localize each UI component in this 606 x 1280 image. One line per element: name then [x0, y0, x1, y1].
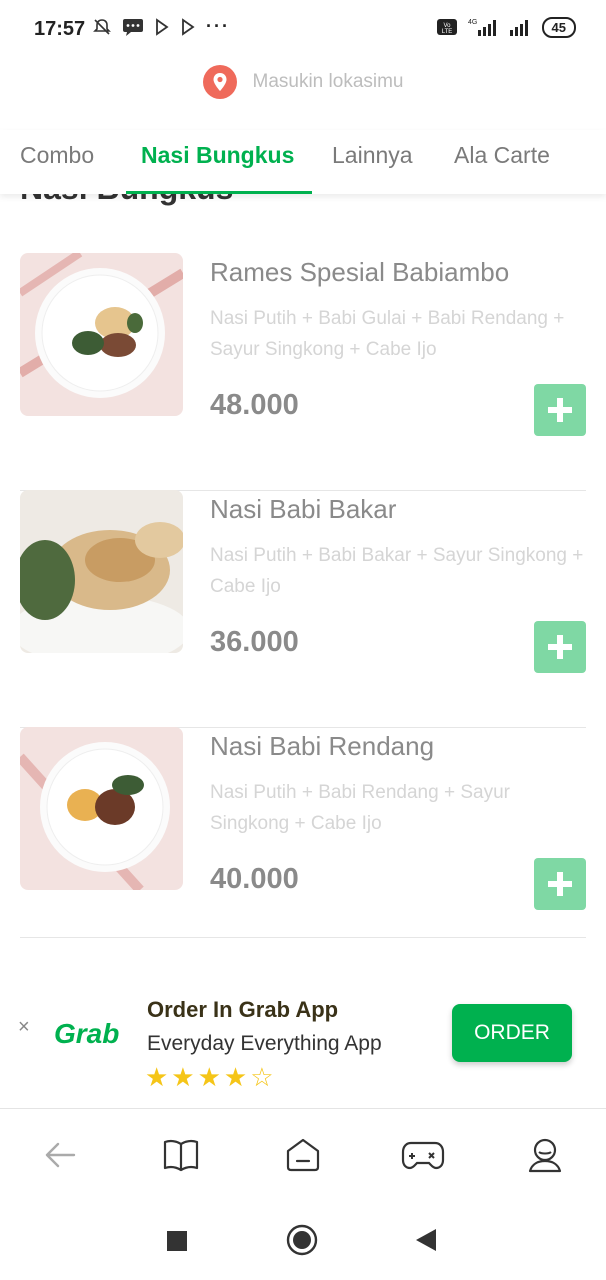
tab-nasi-bungkus[interactable]: Nasi Bungkus: [141, 142, 294, 169]
grab-logo: Grab: [54, 1018, 120, 1049]
menu-item-description: Nasi Putih + Babi Gulai + Babi Rendang +…: [210, 308, 565, 360]
status-time: 17:57: [34, 18, 86, 40]
tab-combo[interactable]: Combo: [20, 142, 94, 169]
back-triangle-icon[interactable]: [414, 1228, 438, 1257]
location-placeholder: Masukin lokasimu: [252, 71, 404, 92]
play-store-icon-2: [182, 17, 195, 36]
status-notification-icons: ···: [92, 16, 230, 37]
signal-icon: [509, 20, 528, 36]
more-notifications-icon: ···: [206, 16, 230, 36]
menu-item-image: [20, 490, 183, 653]
menu-item-price: 48.000: [210, 389, 299, 421]
category-tabs: Combo Nasi Bungkus Lainnya Ala Carte: [0, 130, 606, 194]
tab-ala-carte[interactable]: Ala Carte: [454, 142, 550, 169]
home-circle-icon[interactable]: [286, 1224, 318, 1261]
status-bar: 17:57 ··· Vo LTE 4G 45: [0, 0, 606, 58]
signal-4g-icon: 4G: [468, 19, 496, 36]
banner-subtitle: Everyday Everything App: [147, 1032, 382, 1055]
add-to-cart-button[interactable]: [534, 858, 586, 910]
status-system-icons: Vo LTE 4G 45: [436, 16, 576, 38]
order-button[interactable]: ORDER: [452, 1004, 572, 1062]
menu-item-image: [20, 727, 183, 890]
play-store-icon: [156, 17, 169, 36]
tab-lainnya[interactable]: Lainnya: [332, 142, 413, 169]
banner-title: Order In Grab App: [147, 997, 339, 1022]
menu-item-image: [20, 253, 183, 416]
menu-item-price: 36.000: [210, 626, 299, 658]
gamepad-icon[interactable]: [401, 1133, 445, 1177]
book-icon[interactable]: [159, 1133, 203, 1177]
rating-stars: ★★★★☆: [145, 1062, 277, 1092]
svg-text:LTE: LTE: [441, 29, 452, 35]
add-to-cart-button[interactable]: [534, 621, 586, 673]
plus-icon: [548, 635, 572, 659]
battery-indicator: 45: [541, 16, 576, 38]
menu-item-description: Nasi Putih + Babi Rendang + Sayur Singko…: [210, 782, 510, 834]
location-selector[interactable]: Masukin lokasimu: [0, 58, 606, 106]
menu-item-name: Rames Spesial Babiambo: [210, 257, 510, 287]
menu-item-description: Nasi Putih + Babi Bakar + Sayur Singkong…: [210, 545, 584, 597]
banner-close-button[interactable]: ×: [18, 1016, 30, 1039]
message-icon: [123, 18, 143, 36]
system-navigation-bar: [0, 1200, 606, 1280]
svg-text:4G: 4G: [468, 19, 477, 26]
plus-icon: [548, 872, 572, 896]
menu-item[interactable]: Rames Spesial Babiambo Nasi Putih + Babi…: [20, 253, 586, 491]
menu-item[interactable]: Nasi Babi Bakar Nasi Putih + Babi Bakar …: [20, 490, 586, 728]
menu-item-name: Nasi Babi Bakar: [210, 494, 397, 524]
menu-item[interactable]: Nasi Babi Rendang Nasi Putih + Babi Rend…: [20, 727, 586, 938]
grab-app-banner: × Grab Order In Grab App Everyday Everyt…: [0, 978, 606, 1108]
add-to-cart-button[interactable]: [534, 384, 586, 436]
home-icon[interactable]: [281, 1133, 325, 1177]
location-pin-icon: [202, 65, 237, 99]
mute-bell-icon: [93, 18, 111, 35]
profile-icon[interactable]: [523, 1133, 567, 1177]
recent-apps-icon[interactable]: [166, 1230, 188, 1257]
back-arrow-icon[interactable]: [38, 1133, 82, 1177]
menu-item-name: Nasi Babi Rendang: [210, 731, 435, 761]
plus-icon: [548, 398, 572, 422]
menu-item-price: 40.000: [210, 863, 299, 895]
bottom-navigation: [0, 1108, 606, 1200]
active-tab-indicator: [126, 191, 312, 194]
volte-icon: VoLTE: [436, 19, 457, 35]
